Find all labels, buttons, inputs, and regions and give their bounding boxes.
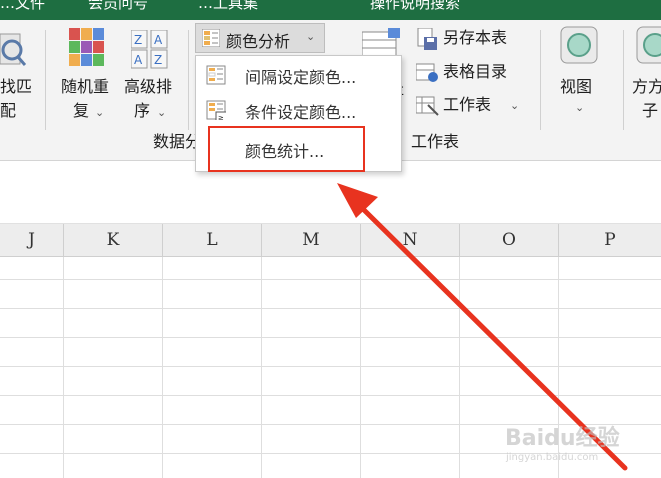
watermark-logo: Baidu经验 [505, 426, 620, 451]
annotation-arrow-icon [337, 183, 628, 471]
watermark-url: jingyan.baidu.com [506, 452, 599, 463]
